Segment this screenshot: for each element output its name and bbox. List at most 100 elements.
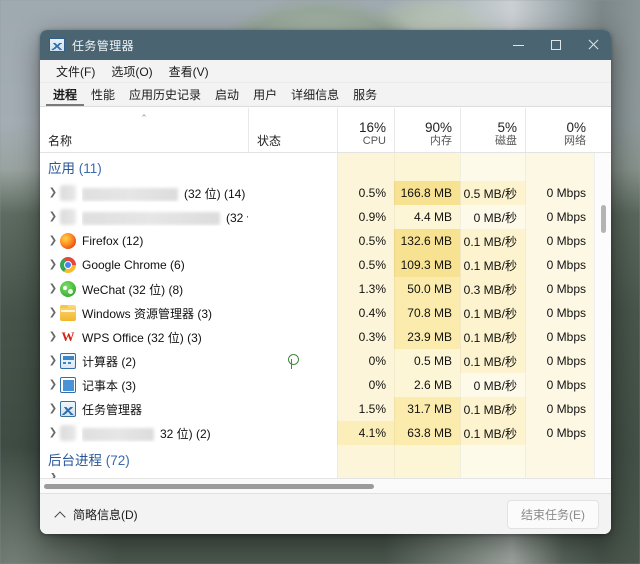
table-row[interactable]: ❯ 32 位) (2) 4.1% 63.8 MB 0.1 MB/秒 0 Mbps (40, 421, 594, 445)
process-group-header[interactable]: 应用 (11) (40, 153, 594, 181)
fewer-details-label: 简略信息(D) (73, 507, 138, 522)
menu-view[interactable]: 查看(V) (161, 61, 217, 82)
process-group-header[interactable]: 后台进程 (72) (40, 445, 594, 473)
process-memory-cell: 4.4 MB (394, 205, 460, 229)
tab-performance[interactable]: 性能 (84, 83, 122, 106)
tab-processes[interactable]: 进程 (46, 83, 85, 106)
disk-total-value: 5% (497, 120, 517, 135)
expand-chevron-icon[interactable]: ❯ (46, 428, 60, 438)
process-name-label: 32 位) (2) (82, 425, 211, 442)
column-header-disk[interactable]: 5% 磁盘 (460, 108, 525, 152)
window-title: 任务管理器 (72, 38, 135, 53)
process-table: ⌃ 名称 状态 16% CPU 90% 内存 5% 磁盘 0% 网络 应用 (1… (40, 107, 611, 493)
horizontal-scrollbar-thumb[interactable] (44, 484, 374, 489)
table-row[interactable]: ❯ WeChat (32 位) (8) 1.3% 50.0 MB 0.3 MB/秒 0 M… (40, 277, 594, 301)
group-count: (72) (105, 453, 130, 468)
fewer-details-button[interactable]: 简略信息(D) (50, 502, 144, 527)
tab-app-history[interactable]: 应用历史记录 (122, 83, 208, 106)
process-disk-cell: 0 MB/秒 (460, 205, 525, 229)
process-rows-viewport: 应用 (11) ❯ (32 位) (14) 0.5% 166.8 MB 0.5 MB/秒 0… (40, 153, 611, 478)
process-cpu-cell: 0.3% (337, 325, 394, 349)
expand-chevron-icon[interactable]: ❯ (46, 212, 60, 222)
close-icon (587, 39, 599, 51)
expand-chevron-icon[interactable]: ❯ (46, 308, 60, 318)
group-net-cell (525, 153, 594, 181)
firefox-icon (60, 233, 76, 249)
process-name-label: WeChat (32 位) (8) (82, 282, 184, 297)
table-row[interactable]: ❯ 记事本 (3) 0% 2.6 MB 0 MB/秒 0 Mbps (40, 373, 594, 397)
tab-details[interactable]: 详细信息 (284, 83, 346, 106)
table-row[interactable]: ❯ Google Chrome (6) 0.5% 109.3 MB 0.1 MB/秒 0 … (40, 253, 594, 277)
process-disk-cell: 0.1 MB/秒 (460, 253, 525, 277)
group-cpu-cell (337, 445, 394, 473)
process-name-suffix: (32 位) (226, 210, 248, 225)
blurred-app-icon (60, 209, 76, 225)
process-network-cell: 0 Mbps (525, 253, 594, 277)
process-disk-cell: 0.3 MB/秒 (460, 277, 525, 301)
process-network-cell: 0 Mbps (525, 301, 594, 325)
column-header-status[interactable]: 状态 (248, 108, 337, 152)
process-status-cell (248, 277, 337, 301)
expand-chevron-icon[interactable]: ❯ (46, 188, 60, 198)
window-controls (500, 30, 611, 60)
process-name-cell: ❯ (32 位) (40, 205, 248, 229)
column-header-status-label: 状态 (257, 134, 282, 148)
vertical-scrollbar-thumb[interactable] (601, 205, 606, 233)
tab-startup[interactable]: 启动 (208, 83, 246, 106)
table-row[interactable]: ❯ W WPS Office (32 位) (3) 0.3% 23.9 MB 0.1 MB… (40, 325, 594, 349)
memory-total-value: 90% (424, 120, 452, 135)
end-task-button[interactable]: 结束任务(E) (507, 499, 599, 529)
tab-users[interactable]: 用户 (246, 83, 284, 106)
process-name-cell: ❯ (32 位) (14) (40, 181, 248, 205)
table-row[interactable]: ❯ (32 位) 0.9%4.4 MB0 MB/秒0 Mbps (40, 205, 594, 229)
blurred-app-icon (60, 425, 76, 441)
table-row[interactable]: ❯ (32 位) (14) 0.5% 166.8 MB 0.5 MB/秒 0 Mbps (40, 181, 594, 205)
process-cpu-cell: 0% (337, 373, 394, 397)
chevron-up-icon (56, 510, 65, 519)
process-disk-cell: 0.1 MB/秒 (460, 397, 525, 421)
process-name-suffix: (32 位) (14) (184, 186, 246, 201)
process-name-label: 任务管理器 (82, 402, 143, 417)
process-name-label: Google Chrome (6) (82, 258, 185, 272)
tab-services[interactable]: 服务 (346, 83, 384, 106)
group-disk-cell (460, 153, 525, 181)
process-status-cell (248, 373, 337, 397)
wps-office-icon: W (61, 329, 75, 344)
column-header-name[interactable]: ⌃ 名称 (40, 108, 248, 152)
vertical-scrollbar[interactable] (594, 153, 611, 478)
process-network-cell: 0 Mbps (525, 325, 594, 349)
horizontal-scrollbar[interactable] (40, 478, 611, 493)
tab-bar: 进程 性能 应用历史记录 启动 用户 详细信息 服务 (40, 83, 611, 107)
process-name-cell: ❯ Google Chrome (6) (40, 253, 248, 277)
menu-options[interactable]: 选项(O) (103, 61, 160, 82)
process-memory-cell: 132.6 MB (394, 229, 460, 253)
column-header-network[interactable]: 0% 网络 (525, 108, 594, 152)
menu-file[interactable]: 文件(F) (48, 61, 103, 82)
minimize-icon (513, 44, 524, 46)
column-header-cpu[interactable]: 16% CPU (337, 108, 394, 152)
group-label-text: 应用 (48, 161, 79, 176)
process-memory-cell: 2.6 MB (394, 373, 460, 397)
close-button[interactable] (574, 30, 611, 60)
expand-chevron-icon[interactable]: ❯ (46, 284, 60, 294)
expand-chevron-icon[interactable]: ❯ (46, 236, 60, 246)
expand-chevron-icon[interactable]: ❯ (46, 332, 60, 342)
process-disk-cell: 0.1 MB/秒 (460, 421, 525, 445)
process-disk-cell: 0.1 MB/秒 (460, 349, 525, 373)
table-row[interactable]: ❯ 计算器 (2) 0% 0.5 MB 0.1 MB/秒 0 Mbps (40, 349, 594, 373)
process-disk-cell: 0.5 MB/秒 (460, 181, 525, 205)
expand-chevron-icon[interactable]: ❯ (46, 380, 60, 390)
table-row[interactable]: ❯ Firefox (12) 0.5% 132.6 MB 0.1 MB/秒 0 Mbps (40, 229, 594, 253)
expand-chevron-icon[interactable]: ❯ (46, 404, 60, 414)
menu-bar: 文件(F) 选项(O) 查看(V) (40, 60, 611, 83)
expand-chevron-icon[interactable]: ❯ (46, 260, 60, 270)
table-row[interactable]: ❯ Windows 资源管理器 (3) 0.4% 70.8 MB 0.1 MB/秒 0 M… (40, 301, 594, 325)
process-name-label: Firefox (12) (82, 234, 144, 248)
column-header-memory[interactable]: 90% 内存 (394, 108, 460, 152)
expand-chevron-icon[interactable]: ❯ (46, 356, 60, 366)
process-name-label: (32 位) (14) (82, 185, 245, 202)
table-header: ⌃ 名称 状态 16% CPU 90% 内存 5% 磁盘 0% 网络 (40, 108, 611, 153)
maximize-button[interactable] (537, 30, 574, 60)
minimize-button[interactable] (500, 30, 537, 60)
table-row[interactable]: ❯ 任务管理器 1.5% 31.7 MB 0.1 MB/秒 0 Mbps (40, 397, 594, 421)
